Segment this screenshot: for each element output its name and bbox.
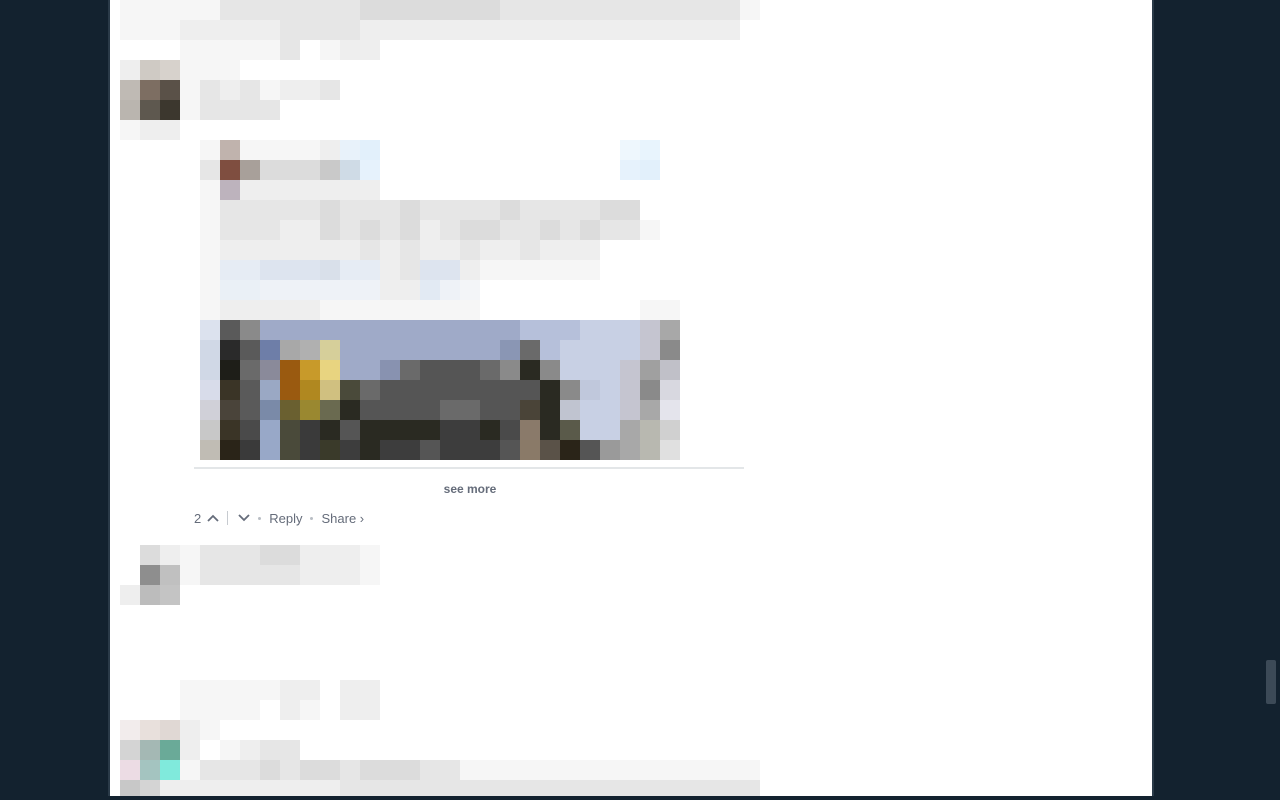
- blurred-comment-text-top: [120, 0, 760, 60]
- reply-button[interactable]: Reply: [269, 511, 302, 526]
- comment-footer: 2 Reply Share ›: [194, 509, 364, 527]
- page-scrollbar[interactable]: [1262, 0, 1280, 800]
- chevron-up-icon: [207, 514, 219, 522]
- downvote-button[interactable]: [238, 514, 250, 522]
- blurred-next-comment: [120, 720, 760, 796]
- blurred-embedded-media-card: [200, 140, 680, 460]
- footer-dot-separator: [258, 516, 262, 520]
- blurred-avatar-and-username: [120, 545, 380, 605]
- footer-dot-separator: [310, 516, 314, 520]
- see-more-link[interactable]: see more: [410, 482, 530, 496]
- collapsed-content-divider: [194, 467, 744, 469]
- page: see more 2 Reply Share ›: [0, 0, 1280, 800]
- vote-count: 2: [194, 510, 202, 526]
- blurred-comment-text: [180, 680, 380, 720]
- scrollbar-thumb[interactable]: [1266, 660, 1276, 704]
- upvote-button[interactable]: [207, 514, 219, 522]
- panel-bottom-edge: [110, 796, 1154, 800]
- vote-separator: [227, 511, 229, 525]
- blurred-avatar-and-username: [120, 60, 360, 140]
- comments-panel: see more 2 Reply Share ›: [108, 0, 1154, 796]
- share-button[interactable]: Share ›: [321, 511, 364, 526]
- chevron-down-icon: [238, 514, 250, 522]
